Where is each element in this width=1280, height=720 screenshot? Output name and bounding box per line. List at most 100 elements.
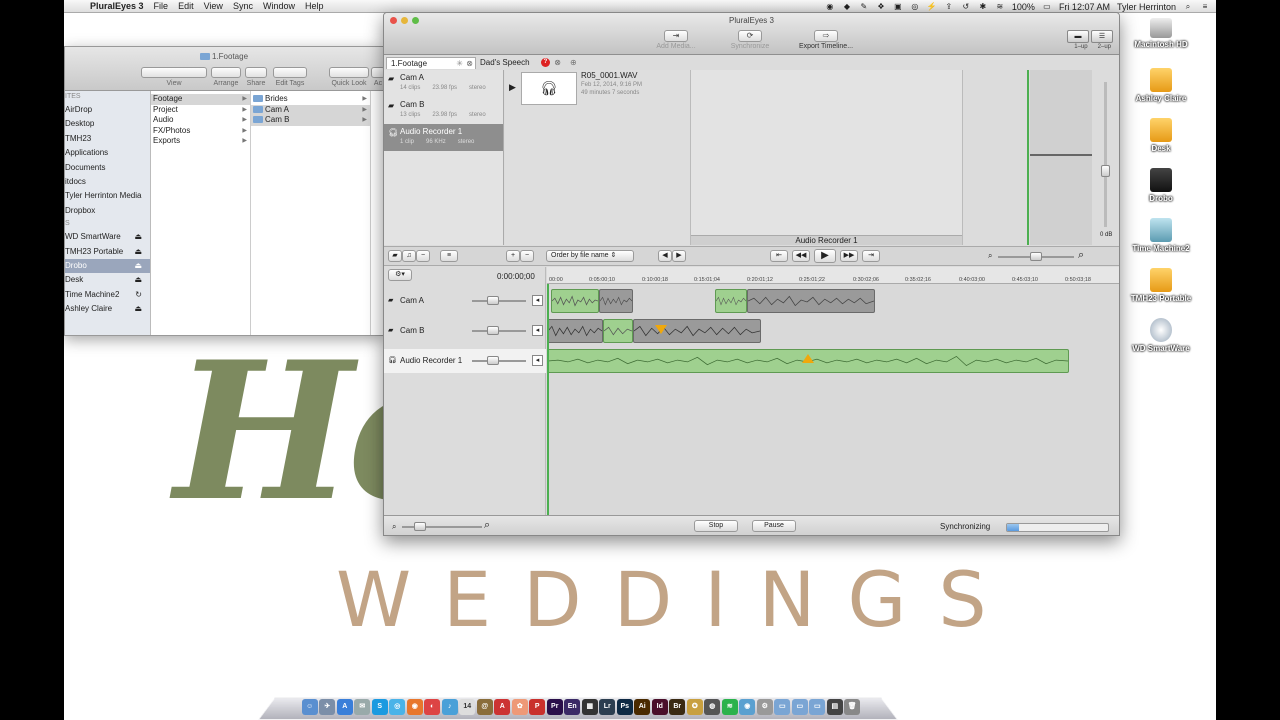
sidebar-item-desktop[interactable]: Desktop bbox=[65, 117, 150, 131]
volume-slider-track[interactable] bbox=[1104, 82, 1107, 227]
downloads-dock-icon[interactable]: ▭ bbox=[791, 699, 808, 715]
mail-dock-icon[interactable]: ✉ bbox=[354, 699, 371, 715]
clip-cam-b-3[interactable] bbox=[633, 319, 761, 343]
add-media-button[interactable]: ⇥ Add Media... bbox=[654, 30, 698, 50]
premiere-dock-icon[interactable]: Pr bbox=[546, 699, 563, 715]
fast-forward-button[interactable]: ▶▶ bbox=[840, 250, 858, 262]
status-icon[interactable]: ◆ bbox=[842, 2, 852, 11]
menu-edit[interactable]: Edit bbox=[178, 1, 194, 11]
safari-dock-icon[interactable]: ◎ bbox=[389, 699, 406, 715]
eye-icon[interactable]: ◎ bbox=[910, 2, 920, 11]
source-audio-recorder-1[interactable]: 🎧︎ Audio Recorder 1 1 clip 96 KHz stereo bbox=[384, 124, 503, 151]
zoom-out-icon[interactable]: ⌕ bbox=[392, 522, 396, 532]
sidebar-device-drobo[interactable]: Drobo ⏏ bbox=[65, 258, 150, 274]
clip-cam-a-3[interactable] bbox=[715, 289, 747, 313]
add-tab-icon[interactable]: ⊕ bbox=[566, 57, 580, 69]
upload-icon[interactable]: ⇪ bbox=[944, 2, 954, 11]
track-volume-knob[interactable] bbox=[487, 356, 499, 365]
activity-dock-icon[interactable]: ◍ bbox=[704, 699, 721, 715]
volume-slider-knob[interactable] bbox=[1101, 165, 1110, 177]
acrobat-dock-icon[interactable]: A bbox=[494, 699, 511, 715]
finder-dock-icon[interactable]: ☺ bbox=[301, 699, 318, 715]
screen-tool-dock-icon[interactable]: ◉ bbox=[739, 699, 756, 715]
desktop-icon-drobo[interactable]: Drobo bbox=[1106, 168, 1216, 203]
clip-thumbnail[interactable]: 🎧︎ bbox=[521, 72, 577, 105]
preferences-dock-icon[interactable]: ⚙ bbox=[756, 699, 773, 715]
photoshop-dock-icon[interactable]: Ps bbox=[616, 699, 633, 715]
desktop-icon-macintosh-hd[interactable]: Macintosh HD bbox=[1106, 18, 1216, 49]
zoom-in-icon[interactable]: ⌕ bbox=[1078, 249, 1084, 262]
battery-icon[interactable]: ▭ bbox=[1042, 2, 1052, 11]
itunes-dock-icon[interactable]: ♪ bbox=[441, 699, 458, 715]
stop-button[interactable]: Stop bbox=[694, 520, 738, 532]
source-cam-b[interactable]: ▰ Cam B 13 clips 23.98 fps stereo bbox=[384, 97, 503, 124]
column-item-footage[interactable]: Footage ▶ bbox=[151, 94, 250, 105]
rewind-button[interactable]: ◀◀ bbox=[792, 250, 810, 262]
photo-app-dock-icon[interactable]: ✿ bbox=[511, 699, 528, 715]
pluraleyes-dock-icon[interactable]: P bbox=[529, 699, 546, 715]
camera-track-button[interactable]: ▰ bbox=[388, 250, 402, 262]
indesign-dock-icon[interactable]: Id bbox=[651, 699, 668, 715]
speaker-icon[interactable]: ◂ bbox=[532, 295, 543, 306]
go-end-button[interactable]: ⇥ bbox=[862, 250, 880, 262]
track-volume-knob[interactable] bbox=[487, 296, 499, 305]
trash-dock-icon[interactable]: 🗑︎ bbox=[844, 699, 861, 715]
chrome-dock-icon[interactable]: ◐ bbox=[424, 699, 441, 715]
column-item-fx-photos[interactable]: FX/Photos ▶ bbox=[151, 126, 250, 137]
add-button[interactable]: + bbox=[506, 250, 520, 262]
remove-track-button[interactable]: − bbox=[416, 250, 430, 262]
desktop-icon-ashley-claire[interactable]: Ashley Claire bbox=[1106, 68, 1216, 103]
source-cam-a[interactable]: ▰ Cam A 14 clips 23.98 fps stereo bbox=[384, 70, 503, 97]
track-volume-slider[interactable] bbox=[472, 300, 526, 302]
sidebar-device-time-machine2[interactable]: Time Machine2 ↻ bbox=[65, 288, 150, 302]
clip-cam-a-1[interactable] bbox=[551, 289, 599, 313]
desktop-icon-desk[interactable]: Desk bbox=[1106, 118, 1216, 153]
zoom-out-icon[interactable]: ⌕ bbox=[988, 251, 992, 261]
order-by-select[interactable]: Order by file name ⇕ bbox=[546, 250, 634, 262]
evernote-icon[interactable]: ✎ bbox=[859, 2, 869, 11]
share-button[interactable]: Share bbox=[245, 67, 267, 87]
clock[interactable]: Fri 12:07 AM bbox=[1059, 2, 1110, 12]
bluetooth-icon[interactable]: ✱ bbox=[978, 2, 988, 11]
menu-help[interactable]: Help bbox=[305, 1, 324, 11]
sidebar-item-tyler-herrinton-media[interactable]: Tyler Herrinton Media bbox=[65, 189, 150, 203]
clip-cam-b-2[interactable] bbox=[603, 319, 633, 343]
menu-view[interactable]: View bbox=[204, 1, 223, 11]
view-button[interactable]: View bbox=[141, 67, 207, 87]
time-machine-icon[interactable]: ↺ bbox=[961, 2, 971, 11]
eject-icon[interactable]: ⏏ bbox=[134, 273, 142, 287]
display-icon[interactable]: ▣ bbox=[893, 2, 903, 11]
dropbox-icon[interactable]: ❖ bbox=[876, 2, 886, 11]
column-item-cam-b[interactable]: Cam B ▶ bbox=[251, 115, 370, 126]
pause-button[interactable]: Pause bbox=[752, 520, 796, 532]
desktop-icon-tmh23-portable[interactable]: TMH23 Portable bbox=[1106, 268, 1216, 303]
final-cut-dock-icon[interactable]: ▦ bbox=[581, 699, 598, 715]
gear-menu-icon[interactable]: ⚙▾ bbox=[388, 269, 412, 281]
contacts-dock-icon[interactable]: @ bbox=[476, 699, 493, 715]
previous-button[interactable]: ◀ bbox=[658, 250, 672, 262]
edit-tags-button[interactable]: Edit Tags bbox=[273, 67, 307, 87]
stack-dock-icon[interactable]: ▤ bbox=[826, 699, 843, 715]
sidebar-item-tmh23[interactable]: TMH23 bbox=[65, 132, 150, 146]
arrange-button[interactable]: Arrange bbox=[211, 67, 241, 87]
tab-1-footage[interactable]: 1.Footage ✳ ⊗ bbox=[386, 57, 476, 69]
eject-icon[interactable]: ⏏ bbox=[134, 230, 142, 244]
skype-dock-icon[interactable]: S bbox=[371, 699, 388, 715]
sidebar-item-applications[interactable]: Applications bbox=[65, 146, 150, 160]
sidebar-device-desk[interactable]: Desk ⏏ bbox=[65, 273, 150, 287]
two-up-layout-button[interactable]: ☰ bbox=[1091, 30, 1113, 43]
user-name[interactable]: Tyler Herrinton bbox=[1117, 2, 1176, 12]
desktop-icon-time-machine2[interactable]: Time Machine2 bbox=[1106, 218, 1216, 253]
speaker-icon[interactable]: ◂ bbox=[532, 325, 543, 336]
app-store-dock-icon[interactable]: A bbox=[336, 699, 353, 715]
utility-dock-icon[interactable]: ✪ bbox=[686, 699, 703, 715]
bottom-zoom-slider-knob[interactable] bbox=[414, 522, 426, 531]
eject-icon[interactable]: ⏏ bbox=[134, 259, 142, 273]
documents-dock-icon[interactable]: ▭ bbox=[809, 699, 826, 715]
sidebar-item-documents[interactable]: Documents bbox=[65, 161, 150, 175]
track-volume-slider[interactable] bbox=[472, 330, 526, 332]
clip-cam-a-4[interactable] bbox=[747, 289, 875, 313]
eject-icon[interactable]: ⏏ bbox=[134, 302, 142, 316]
record-icon[interactable]: ◉ bbox=[825, 2, 835, 11]
track-cam-b[interactable]: ▰ Cam B ◂ bbox=[384, 319, 546, 343]
